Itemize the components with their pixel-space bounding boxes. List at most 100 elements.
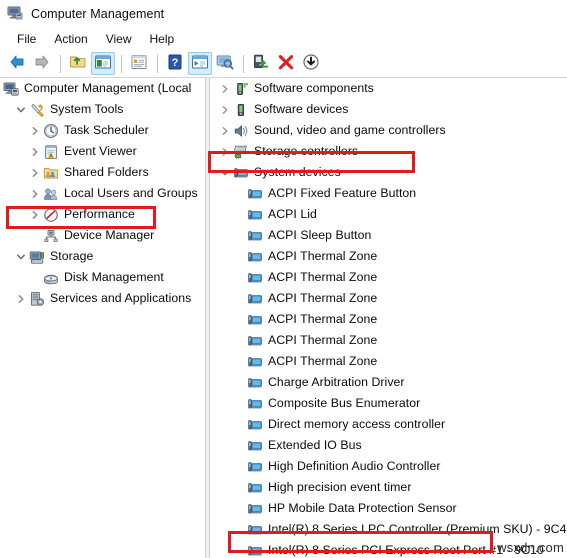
device-item-acpi-thermal-zone-5[interactable]: ACPI Thermal Zone <box>210 330 567 351</box>
system-device-icon <box>232 164 250 182</box>
system-device-icon <box>246 500 264 518</box>
device-item-acpi-thermal-zone-3[interactable]: ACPI Thermal Zone <box>210 288 567 309</box>
window-titlebar: Computer Management <box>0 0 567 28</box>
site-watermark: wsxdn.com <box>497 540 564 555</box>
system-device-icon <box>246 437 264 455</box>
device-item-hp-mobile-data-protection-sensor[interactable]: HP Mobile Data Protection Sensor <box>210 498 567 519</box>
device-item-acpi-fixed-feature-button[interactable]: ACPI Fixed Feature Button <box>210 183 567 204</box>
device-item-acpi-thermal-zone-4[interactable]: ACPI Thermal Zone <box>210 309 567 330</box>
toolbar-back[interactable] <box>5 52 29 75</box>
tree-device-manager[interactable]: Device Manager <box>0 225 205 246</box>
menu-view[interactable]: View <box>97 31 141 47</box>
console-tree-pane[interactable]: Computer Management (Local System Tools <box>0 78 205 558</box>
menu-help[interactable]: Help <box>141 31 184 47</box>
device-item-charge-arbitration-driver[interactable]: Charge Arbitration Driver <box>210 372 567 393</box>
device-node-software-devices[interactable]: Software devices <box>210 99 567 120</box>
device-node-software-components[interactable]: Software components <box>210 78 567 99</box>
tree-event-viewer[interactable]: Event Viewer <box>0 141 205 162</box>
chevron-placeholder <box>27 267 42 288</box>
tree-computer-management[interactable]: Computer Management (Local <box>0 78 205 99</box>
device-item-label: Direct memory access controller <box>268 417 446 432</box>
tree-services-and-applications[interactable]: Services and Applications <box>0 288 205 309</box>
chevron-right-icon[interactable] <box>217 99 232 120</box>
toolbar-separator-3 <box>157 54 158 73</box>
device-node-system-devices[interactable]: System devices <box>210 162 567 183</box>
toolbar-disable-device[interactable] <box>299 52 323 75</box>
toolbar-show-hide-console-tree[interactable] <box>91 52 115 75</box>
chevron-down-icon[interactable] <box>13 246 28 267</box>
toolbar-properties[interactable] <box>127 52 151 75</box>
local-users-groups-icon <box>42 185 60 203</box>
chevron-down-icon[interactable] <box>217 162 232 183</box>
device-tree-pane[interactable]: Software components Software devices Sou… <box>210 78 567 558</box>
tree-disk-management[interactable]: Disk Management <box>0 267 205 288</box>
system-device-icon <box>246 458 264 476</box>
chevron-right-icon[interactable] <box>27 183 42 204</box>
storage-icon <box>28 248 46 266</box>
device-item-direct-memory-access-controller[interactable]: Direct memory access controller <box>210 414 567 435</box>
device-item-high-definition-audio-controller[interactable]: High Definition Audio Controller <box>210 456 567 477</box>
chevron-right-icon[interactable] <box>217 141 232 162</box>
system-device-icon <box>246 206 264 224</box>
storage-controller-icon <box>232 143 250 161</box>
device-item-composite-bus-enumerator[interactable]: Composite Bus Enumerator <box>210 393 567 414</box>
chevron-right-icon[interactable] <box>27 141 42 162</box>
toolbar-up-one-level[interactable] <box>66 52 90 75</box>
tree-item-label: Performance <box>64 207 135 222</box>
device-item-label: ACPI Thermal Zone <box>268 270 378 285</box>
menu-action[interactable]: Action <box>45 31 96 47</box>
chevron-right-icon[interactable] <box>27 204 42 225</box>
tree-performance[interactable]: Performance <box>0 204 205 225</box>
tree-system-tools[interactable]: System Tools <box>0 99 205 120</box>
tree-task-scheduler[interactable]: Task Scheduler <box>0 120 205 141</box>
device-item-acpi-thermal-zone-2[interactable]: ACPI Thermal Zone <box>210 267 567 288</box>
chevron-right-icon[interactable] <box>27 162 42 183</box>
system-device-icon <box>246 311 264 329</box>
device-item-extended-io-bus[interactable]: Extended IO Bus <box>210 435 567 456</box>
window-title: Computer Management <box>31 7 165 21</box>
chevron-placeholder <box>231 393 246 414</box>
toolbar-scan-hardware-changes[interactable] <box>213 52 237 75</box>
software-device-icon <box>232 101 250 119</box>
menu-file[interactable]: File <box>8 31 45 47</box>
chevron-right-icon[interactable] <box>27 120 42 141</box>
menu-bar: File Action View Help <box>0 28 567 50</box>
tree-shared-folders[interactable]: Shared Folders <box>0 162 205 183</box>
device-node-storage-controllers[interactable]: Storage controllers <box>210 141 567 162</box>
tree-local-users-and-groups[interactable]: Local Users and Groups <box>0 183 205 204</box>
system-device-icon <box>246 269 264 287</box>
toolbar-show-hide-action-pane[interactable] <box>188 52 212 75</box>
chevron-right-icon[interactable] <box>217 78 232 99</box>
toolbar-help[interactable]: ? <box>163 52 187 75</box>
system-tools-icon <box>28 101 46 119</box>
chevron-right-icon[interactable] <box>217 120 232 141</box>
system-device-icon <box>246 416 264 434</box>
device-item-intel-8-series-lpc-controller[interactable]: Intel(R) 8 Series LPC Controller (Premiu… <box>210 519 567 540</box>
chevron-placeholder <box>231 204 246 225</box>
tree-item-label: Event Viewer <box>64 144 137 159</box>
device-item-label: ACPI Thermal Zone <box>268 333 378 348</box>
device-item-label: Charge Arbitration Driver <box>268 375 405 390</box>
disable-device-icon <box>302 53 320 74</box>
chevron-placeholder <box>231 225 246 246</box>
chevron-down-icon[interactable] <box>13 99 28 120</box>
chevron-placeholder <box>231 183 246 204</box>
toolbar-update-driver[interactable] <box>249 52 273 75</box>
system-device-icon <box>246 374 264 392</box>
device-item-label: ACPI Thermal Zone <box>268 354 378 369</box>
chevron-placeholder <box>231 330 246 351</box>
device-item-acpi-lid[interactable]: ACPI Lid <box>210 204 567 225</box>
chevron-right-icon[interactable] <box>13 288 28 309</box>
system-device-icon <box>246 290 264 308</box>
device-item-acpi-thermal-zone-1[interactable]: ACPI Thermal Zone <box>210 246 567 267</box>
services-applications-icon <box>28 290 46 308</box>
device-item-high-precision-event-timer[interactable]: High precision event timer <box>210 477 567 498</box>
help-icon: ? <box>166 53 184 74</box>
tree-storage[interactable]: Storage <box>0 246 205 267</box>
device-item-acpi-thermal-zone-6[interactable]: ACPI Thermal Zone <box>210 351 567 372</box>
device-item-acpi-sleep-button[interactable]: ACPI Sleep Button <box>210 225 567 246</box>
device-node-sound-video-game-controllers[interactable]: Sound, video and game controllers <box>210 120 567 141</box>
toolbar-forward[interactable] <box>30 52 54 75</box>
device-item-label: Composite Bus Enumerator <box>268 396 421 411</box>
toolbar-uninstall-device[interactable] <box>274 52 298 75</box>
